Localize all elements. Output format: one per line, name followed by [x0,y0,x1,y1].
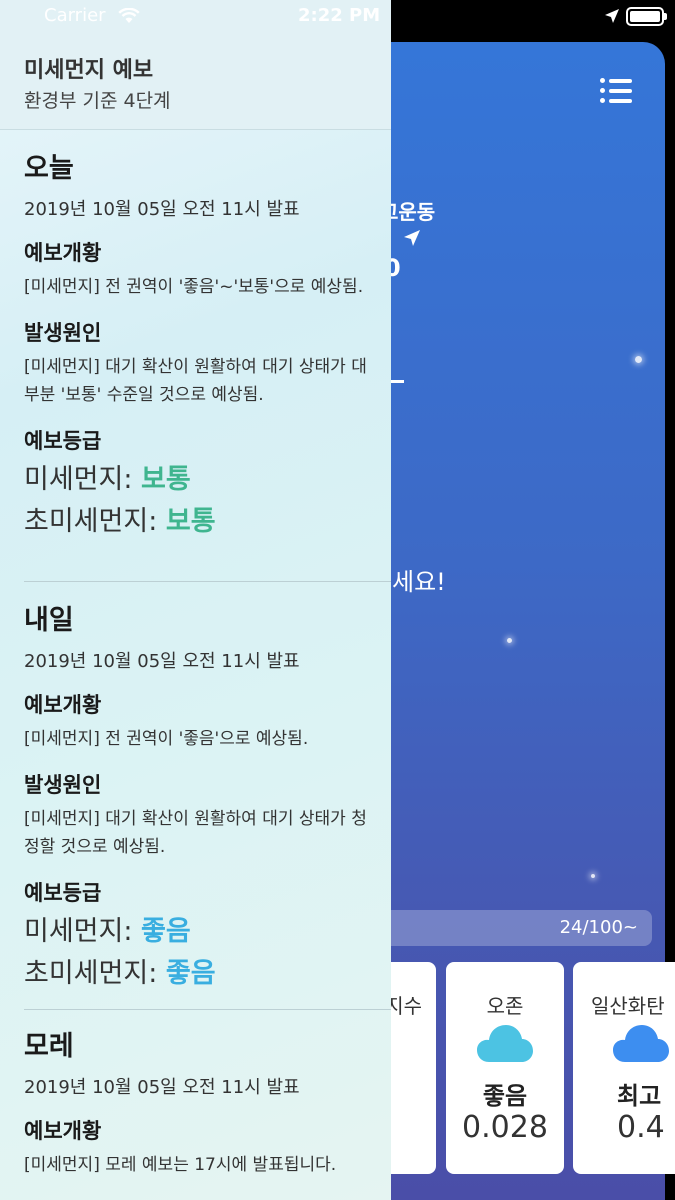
clock: 2:22 PM [298,5,381,26]
pm25-grade: 초미세먼지: 보통 [24,501,374,543]
overview-label: 예보개황 [24,1119,102,1143]
overview-text: [미세먼지] 전 권역이 '좋음'으로 예상됨. [24,729,309,749]
metric-title: 오존 [486,994,524,1018]
cloud-icon [613,1025,669,1062]
pm10-label: 미세먼지: [24,916,142,947]
location-services-icon [605,9,619,23]
metric-title: 일산화탄 [591,994,665,1018]
metric-value: 0.028 [462,1110,548,1145]
metric-status: 최고 [617,1082,662,1110]
star-decoration [635,356,642,363]
pm10-value: 좋음 [141,916,191,947]
pm10-label: 미세먼지: [24,464,142,495]
pm25-label: 초미세먼지: [24,958,166,989]
section-heading: 모레 [24,1031,74,1062]
overview-label: 예보개황 [24,241,102,265]
menu-list-icon[interactable] [600,78,632,104]
issued-time: 2019년 10월 05일 오전 11시 발표 [24,199,300,220]
cause-label: 발생원인 [24,321,102,345]
star-decoration [591,874,595,878]
cloud-icon [477,1025,533,1062]
location-arrow-icon [402,228,422,253]
pm10-grade: 미세먼지: 보통 [24,459,374,501]
carrier-label: Carrier [44,5,106,26]
cause-text: [미세먼지] 대기 확산이 원활하여 대기 상태가 청정할 것으로 예상됨. [24,809,367,857]
section-divider [24,581,391,582]
metric-status: 좋음 [482,1082,528,1110]
cause-label: 발생원인 [24,773,102,797]
pm25-value: 보통 [165,506,216,537]
grade-label: 예보등급 [24,881,102,905]
pm25-label: 초미세먼지: [24,506,166,537]
forecast-section-day-after: 모레 2019년 10월 05일 오전 11시 발표 예보개황 [미세먼지] 모… [24,1024,374,1179]
section-heading: 내일 [24,605,74,636]
overview-text: [미세먼지] 모레 예보는 17시에 발표됩니다. [24,1155,337,1175]
metric-card-ozone[interactable]: 오존 좋음 0.028 [446,962,564,1174]
pm25-value: 좋음 [165,958,216,989]
status-message: 세요! [392,568,446,596]
pm25-grade: 초미세먼지: 좋음 [24,953,374,995]
status-bar: Carrier 2:22 PM [0,0,675,34]
forecast-section-tomorrow: 내일 2019년 10월 05일 오전 11시 발표 예보개황 [미세먼지] 전… [24,598,374,995]
range-label: 24/100~ [559,917,638,938]
issued-time: 2019년 10월 05일 오전 11시 발표 [24,1077,300,1098]
section-heading: 오늘 [24,153,74,184]
cause-text: [미세먼지] 대기 확산이 원활하여 대기 상태가 대부분 '보통' 수준일 것… [24,357,367,405]
range-indicator: 24/100~ [380,910,652,946]
forecast-section-today: 오늘 2019년 10월 05일 오전 11시 발표 예보개황 [미세먼지] 전… [24,146,374,543]
star-decoration [507,638,512,643]
battery-icon [626,7,667,26]
drawer-title: 미세먼지 예보 [24,58,154,83]
pm10-value: 보통 [141,464,191,495]
grade-label: 예보등급 [24,429,102,453]
pm10-grade: 미세먼지: 좋음 [24,911,374,953]
wifi-icon [118,8,140,23]
overview-text: [미세먼지] 전 권역이 '좋음'~'보통'으로 예상됨. [24,277,364,297]
metric-card-co[interactable]: 일산화탄 최고 0.4 [573,962,675,1174]
forecast-drawer: 미세먼지 예보 환경부 기준 4단계 오늘 2019년 10월 05일 오전 1… [0,0,391,1200]
drawer-subtitle: 환경부 기준 4단계 [24,90,171,112]
metric-value: 0.4 [617,1110,665,1145]
overview-label: 예보개황 [24,693,102,717]
section-divider [24,1009,391,1010]
issued-time: 2019년 10월 05일 오전 11시 발표 [24,651,300,672]
